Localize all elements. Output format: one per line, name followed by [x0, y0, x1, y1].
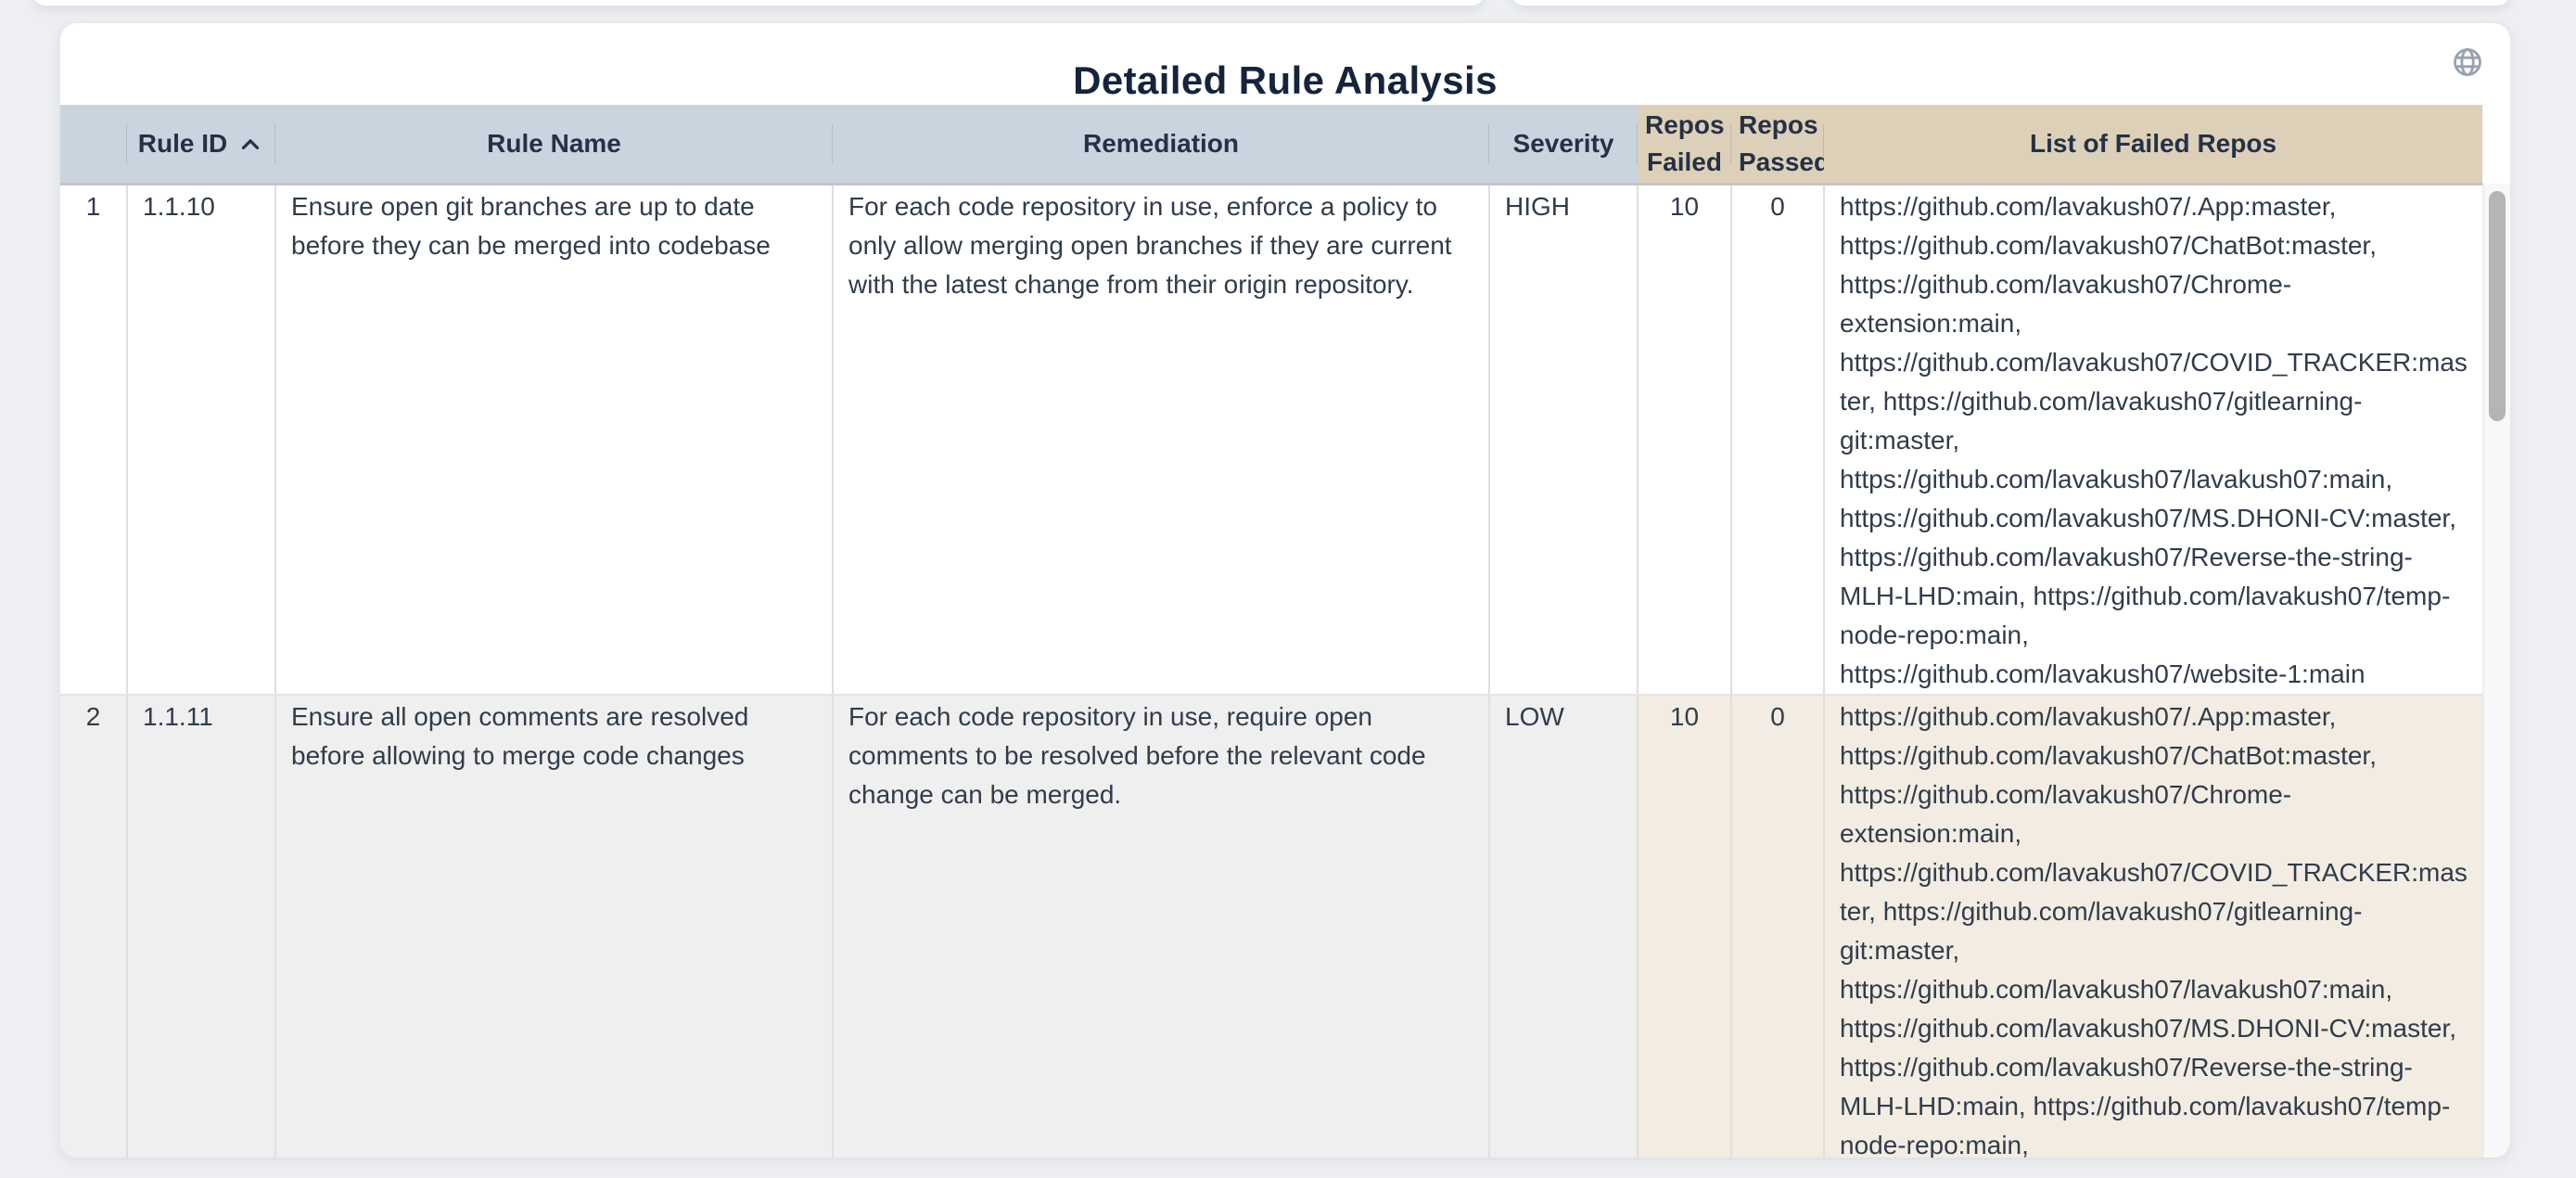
- table-row: 11.1.10Ensure open git branches are up t…: [60, 184, 2482, 695]
- column-header-repos-passed[interactable]: Repos Passed: [1731, 105, 1824, 184]
- cell-severity: LOW: [1489, 695, 1638, 1159]
- cell-rule-id: 1.1.11: [127, 695, 275, 1159]
- cell-remediation: For each code repository in use, require…: [833, 695, 1489, 1159]
- detailed-rule-analysis-card: Detailed Rule Analysis Rule ID: [60, 23, 2510, 1158]
- top-panel-left: [32, 0, 1485, 6]
- scrollbar-thumb[interactable]: [2489, 191, 2506, 421]
- header-row: Rule ID Rule Name Remediation Severity R…: [60, 105, 2482, 184]
- globe-icon[interactable]: [2447, 42, 2488, 83]
- cell-index: 1: [60, 184, 127, 695]
- cell-repos-passed: 0: [1731, 695, 1824, 1159]
- cell-rule-id: 1.1.10: [127, 184, 275, 695]
- cell-index: 2: [60, 695, 127, 1159]
- column-header-rule-name[interactable]: Rule Name: [275, 105, 833, 184]
- column-header-index: [60, 105, 127, 184]
- page-title: Detailed Rule Analysis: [60, 58, 2510, 103]
- column-header-remediation[interactable]: Remediation: [833, 105, 1489, 184]
- cell-repos-failed: 10: [1638, 695, 1731, 1159]
- cell-failed-repos: https://github.com/lavakush07/.App:maste…: [1824, 184, 2482, 695]
- column-header-rule-id-label: Rule ID: [138, 125, 227, 162]
- sort-ascending-icon[interactable]: [236, 129, 264, 159]
- cell-rule-name: Ensure open git branches are up to date …: [275, 184, 833, 695]
- table-row: 21.1.11Ensure all open comments are reso…: [60, 695, 2482, 1159]
- cell-remediation: For each code repository in use, enforce…: [833, 184, 1489, 695]
- top-panel-right: [1511, 0, 2510, 6]
- column-header-rule-id[interactable]: Rule ID: [127, 105, 275, 184]
- column-header-repos-failed[interactable]: Repos Failed: [1638, 105, 1731, 184]
- cell-severity: HIGH: [1489, 184, 1638, 695]
- rules-table: Rule ID Rule Name Remediation Severity R…: [60, 105, 2482, 1158]
- cell-failed-repos: https://github.com/lavakush07/.App:maste…: [1824, 695, 2482, 1159]
- column-header-list-of-failed-repos[interactable]: List of Failed Repos: [1824, 105, 2482, 184]
- column-header-severity[interactable]: Severity: [1489, 105, 1638, 184]
- cell-repos-passed: 0: [1731, 184, 1824, 695]
- cell-rule-name: Ensure all open comments are resolved be…: [275, 695, 833, 1159]
- cell-repos-failed: 10: [1638, 184, 1731, 695]
- vertical-scrollbar[interactable]: [2482, 184, 2510, 1158]
